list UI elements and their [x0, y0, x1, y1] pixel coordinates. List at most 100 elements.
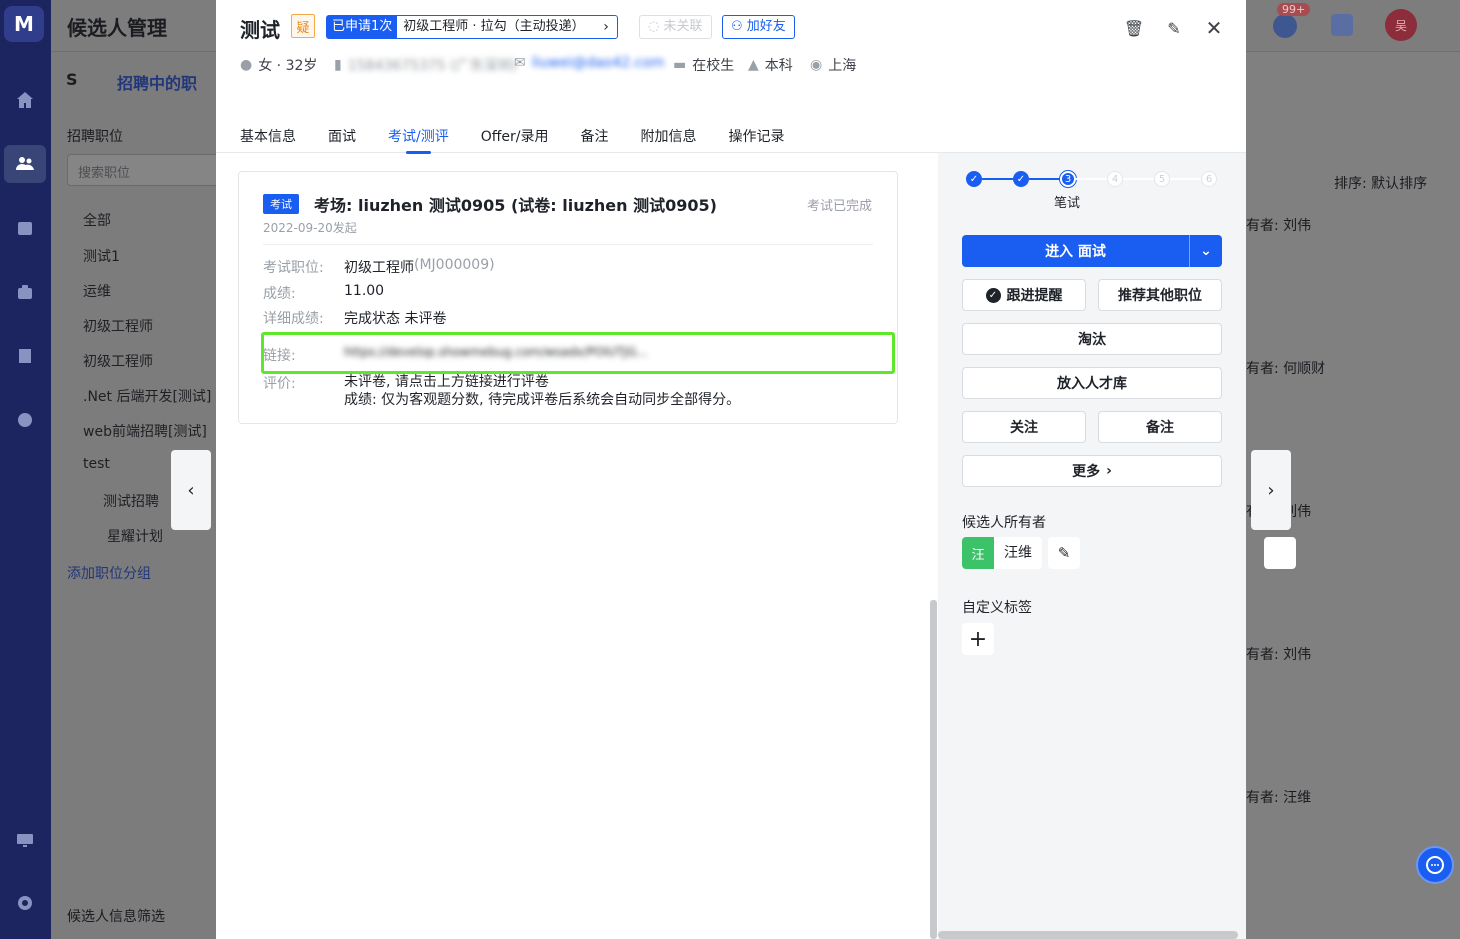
close-icon[interactable]: ✕	[1204, 16, 1224, 40]
chevron-right-icon: ›	[1106, 463, 1112, 479]
owner-name: 汪维	[1004, 545, 1032, 561]
exam-row-detail: 详细成绩: 完成状态 未评卷	[263, 311, 447, 327]
briefcase-icon[interactable]	[11, 280, 39, 304]
s-logo-icon: S	[66, 70, 78, 89]
step-line	[982, 178, 1013, 180]
note-button[interactable]: 备注	[1098, 411, 1222, 443]
owner-text: 有者: 刘伟	[1246, 218, 1312, 234]
detail-tabs: 基本信息 面试 考试/测评 Offer/录用 备注 附加信息 操作记录	[240, 126, 784, 154]
meta-gender-age: ● 女 · 32岁	[240, 57, 318, 74]
enter-interview-button[interactable]: 进入 面试 ⌄	[962, 235, 1222, 267]
owner-text: 有者: 刘伟	[1246, 647, 1312, 663]
app-logo-icon[interactable]: M	[4, 6, 44, 42]
edit-owner-button[interactable]: ✎	[1048, 537, 1080, 569]
recommend-button[interactable]: 推荐其他职位	[1098, 279, 1222, 311]
meta-status: ▬ 在校生	[673, 57, 735, 74]
talent-pool-button[interactable]: 放入人才库	[962, 367, 1222, 399]
tab-offer[interactable]: Offer/录用	[481, 126, 549, 154]
more-button[interactable]: 更多 ›	[962, 455, 1222, 487]
owner-chip: 汪 汪维	[962, 537, 1042, 569]
tree-item[interactable]: test	[83, 456, 110, 472]
phone-icon: ▮	[334, 57, 342, 73]
avatar[interactable]: 吴	[1385, 9, 1417, 41]
report-icon[interactable]	[11, 344, 39, 368]
settings-icon[interactable]	[11, 891, 39, 915]
left-rail: M	[0, 0, 51, 939]
calendar-icon[interactable]	[11, 216, 39, 240]
owner-label: 候选人所有者	[962, 515, 1046, 531]
meta-phone: ▮ 15843675375 (广东深圳)	[334, 57, 518, 74]
tree-item[interactable]: web前端招聘[测试]	[83, 421, 216, 441]
exam-title: 考场: liuzhen 测试0905 (试卷: liuzhen 测试0905)	[314, 196, 717, 215]
step-done-icon: ✓	[966, 171, 982, 187]
tab-notes[interactable]: 备注	[580, 126, 608, 154]
edit-owner-icon[interactable]	[1264, 537, 1296, 569]
trash-icon[interactable]: 🗑	[1124, 18, 1144, 38]
tree-item[interactable]: 初级工程师	[83, 351, 153, 371]
owner-avatar: 汪	[962, 537, 994, 569]
page-title: 候选人管理	[67, 16, 167, 40]
meta-degree: ▲ 本科	[748, 57, 793, 74]
graduation-icon: ▲	[748, 57, 759, 73]
tab-exam[interactable]: 考试/测评	[388, 126, 449, 154]
candidate-drawer: 测试 疑 已申请1次 初级工程师 · 拉勾（主动投递） › ◌ 未关联 ⚇ 加好…	[216, 0, 1296, 939]
step-current: 3	[1060, 171, 1076, 187]
application-selector[interactable]: 已申请1次 初级工程师 · 拉勾（主动投递） ›	[326, 15, 618, 39]
applied-position: 初级工程师 · 拉勾（主动投递）	[403, 19, 585, 34]
sort-select[interactable]: 排序: 默认排序	[1334, 173, 1427, 193]
chat-support-icon[interactable]	[1416, 846, 1454, 884]
eliminate-button[interactable]: 淘汰	[962, 323, 1222, 355]
home-icon[interactable]	[11, 88, 39, 112]
tree-item[interactable]: .Net 后端开发[测试]	[83, 386, 216, 406]
watch-button[interactable]: 关注	[962, 411, 1086, 443]
step-line	[1076, 178, 1107, 180]
follow-remind-button[interactable]: ✓ 跟进提醒	[962, 279, 1086, 311]
content-scrollbar[interactable]	[930, 600, 937, 939]
exam-type-badge: 考试	[263, 194, 299, 214]
candidate-filter-link[interactable]: 候选人信息筛选	[67, 906, 165, 926]
tab-basic-info[interactable]: 基本信息	[240, 126, 296, 154]
action-panel: ✓ ✓ 3 4 5 6 笔试 进入 面试 ⌄ ✓ 跟进提醒 推荐其他职位 淘汰 放…	[938, 153, 1296, 939]
tab-extra-info[interactable]: 附加信息	[640, 126, 696, 154]
chevron-down-icon[interactable]: ⌄	[1190, 235, 1222, 267]
monitor-icon[interactable]	[11, 828, 39, 852]
next-candidate-button[interactable]: ›	[1251, 450, 1291, 530]
tree-item[interactable]: 初级工程师	[83, 316, 153, 336]
tree-item[interactable]: 运维	[83, 281, 111, 301]
location-icon: ◉	[810, 57, 823, 73]
add-friend-button[interactable]: ⚇ 加好友	[722, 15, 795, 39]
tab-history[interactable]: 操作记录	[728, 126, 784, 154]
chart-icon[interactable]	[11, 408, 39, 432]
tags-label: 自定义标签	[962, 600, 1032, 616]
check-circle-icon: ✓	[985, 287, 1001, 303]
exam-row-comment: 评价: 未评卷, 请点击上方链接进行评卷 成绩: 仅为客观题分数, 待完成评卷后系统…	[263, 374, 741, 408]
exam-row-score: 成绩: 11.00	[263, 283, 385, 302]
job-search-input[interactable]: 搜索职位	[67, 154, 227, 186]
panel-scrollbar[interactable]	[938, 931, 1238, 939]
tab-interview[interactable]: 面试	[328, 126, 356, 154]
tree-item[interactable]: 测试1	[83, 246, 120, 266]
step-label: 笔试	[1054, 196, 1081, 211]
tree-item[interactable]: 星耀计划	[107, 526, 163, 546]
apps-icon[interactable]	[1331, 14, 1353, 36]
step-pending: 5	[1154, 171, 1170, 187]
bell-icon[interactable]	[1273, 14, 1297, 38]
nav-recruiting[interactable]: 招聘中的职	[117, 70, 216, 94]
exam-card: 考试 考场: liuzhen 测试0905 (试卷: liuzhen 测试090…	[238, 171, 898, 424]
enter-interview-label[interactable]: 进入 面试	[962, 235, 1190, 267]
candidate-name: 测试	[240, 18, 280, 42]
add-group-link[interactable]: 添加职位分组	[67, 563, 151, 583]
owner-text: 有者: 汪维	[1246, 790, 1312, 806]
meta-city: ◉ 上海	[810, 57, 857, 74]
step-line	[1029, 178, 1060, 180]
candidates-icon[interactable]	[4, 145, 46, 183]
prev-candidate-button[interactable]: ‹	[171, 450, 211, 530]
mail-icon: ✉	[514, 55, 526, 71]
chevron-right-icon: ›	[603, 19, 609, 35]
add-tag-button[interactable]: +	[962, 623, 994, 655]
tree-all[interactable]: 全部	[83, 210, 111, 230]
drawer-header: 测试 疑 已申请1次 初级工程师 · 拉勾（主动投递） › ◌ 未关联 ⚇ 加好…	[216, 0, 1246, 154]
tree-item[interactable]: 测试招聘	[103, 491, 159, 511]
edit-icon[interactable]: ✎	[1164, 18, 1184, 38]
meta-email: ✉ liuwei@dao42.com	[514, 55, 665, 71]
